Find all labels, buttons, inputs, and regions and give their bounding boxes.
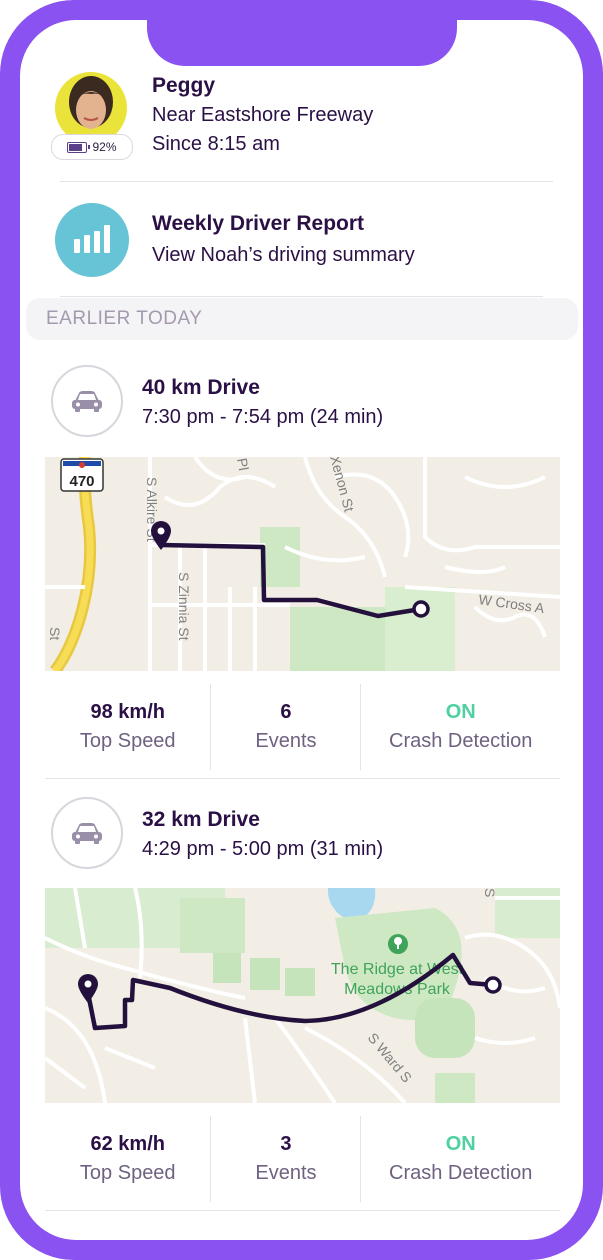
divider bbox=[45, 1210, 560, 1211]
phone-notch bbox=[147, 18, 457, 66]
crash-detection-stat: ON Crash Detection bbox=[360, 1116, 560, 1202]
events-stat[interactable]: 3 Events bbox=[210, 1116, 360, 1202]
highway-shield: 470 bbox=[60, 458, 104, 492]
divider bbox=[60, 296, 543, 297]
drive-summary[interactable]: 40 km Drive 7:30 pm - 7:54 pm (24 min) bbox=[142, 376, 383, 429]
events-value: 6 bbox=[280, 701, 292, 723]
events-label: Events bbox=[255, 730, 317, 752]
crash-detection-label: Crash Detection bbox=[389, 1162, 533, 1184]
person-name: Peggy bbox=[152, 74, 216, 97]
divider bbox=[60, 181, 553, 182]
top-speed-label: Top Speed bbox=[79, 1162, 176, 1184]
drive-map[interactable]: The Ridge at West Meadows Park S Ward S … bbox=[45, 888, 560, 1103]
drive-time: 7:30 pm - 7:54 pm (24 min) bbox=[142, 406, 384, 428]
top-speed-stat: 62 km/h Top Speed bbox=[45, 1116, 210, 1202]
end-point-icon bbox=[412, 600, 430, 618]
divider bbox=[45, 778, 560, 779]
street-label: S bbox=[482, 888, 498, 897]
car-icon bbox=[51, 797, 123, 869]
park-icon bbox=[388, 934, 408, 954]
highway-number: 470 bbox=[69, 473, 94, 490]
street-label: St bbox=[47, 627, 63, 640]
crash-detection-stat: ON Crash Detection bbox=[360, 684, 560, 770]
battery-level: 92% bbox=[92, 140, 117, 154]
person-location: Near Eastshore Freeway bbox=[152, 104, 374, 126]
person-since: Since 8:15 am bbox=[152, 133, 280, 155]
crash-detection-value: ON bbox=[445, 701, 476, 723]
section-label: EARLIER TODAY bbox=[46, 308, 203, 329]
top-speed-value: 62 km/h bbox=[90, 1133, 165, 1155]
end-point-icon bbox=[484, 976, 502, 994]
events-value: 3 bbox=[280, 1133, 292, 1155]
drive-time: 4:29 pm - 5:00 pm (31 min) bbox=[142, 838, 384, 860]
street-label: S Zinnia St bbox=[176, 572, 192, 641]
crash-detection-label: Crash Detection bbox=[389, 730, 533, 752]
car-icon bbox=[51, 365, 123, 437]
report-title: Weekly Driver Report bbox=[152, 212, 365, 235]
top-speed-stat: 98 km/h Top Speed bbox=[45, 684, 210, 770]
drive-title: 40 km Drive bbox=[142, 376, 260, 399]
crash-detection-value: ON bbox=[445, 1133, 476, 1155]
drive-summary[interactable]: 32 km Drive 4:29 pm - 5:00 pm (31 min) bbox=[142, 808, 383, 861]
person-info[interactable]: Peggy Near Eastshore Freeway Since 8:15 … bbox=[152, 74, 373, 156]
drive-stats: 62 km/h Top Speed 3 Events ON Crash Dete… bbox=[45, 1116, 560, 1202]
weekly-report-link[interactable]: Weekly Driver Report View Noah’s driving… bbox=[152, 212, 415, 267]
drive-title: 32 km Drive bbox=[142, 808, 260, 831]
battery-icon bbox=[67, 141, 91, 153]
drive-map[interactable]: 470 S Alkire St S Zinnia St Xenon St W C… bbox=[45, 457, 560, 671]
report-subtitle: View Noah’s driving summary bbox=[152, 244, 415, 266]
events-stat[interactable]: 6 Events bbox=[210, 684, 360, 770]
battery-badge: 92% bbox=[51, 134, 133, 160]
drive-stats: 98 km/h Top Speed 6 Events ON Crash Dete… bbox=[45, 684, 560, 770]
report-chart-icon[interactable] bbox=[55, 203, 129, 277]
top-speed-value: 98 km/h bbox=[90, 701, 165, 723]
top-speed-label: Top Speed bbox=[79, 730, 176, 752]
events-label: Events bbox=[255, 1162, 317, 1184]
